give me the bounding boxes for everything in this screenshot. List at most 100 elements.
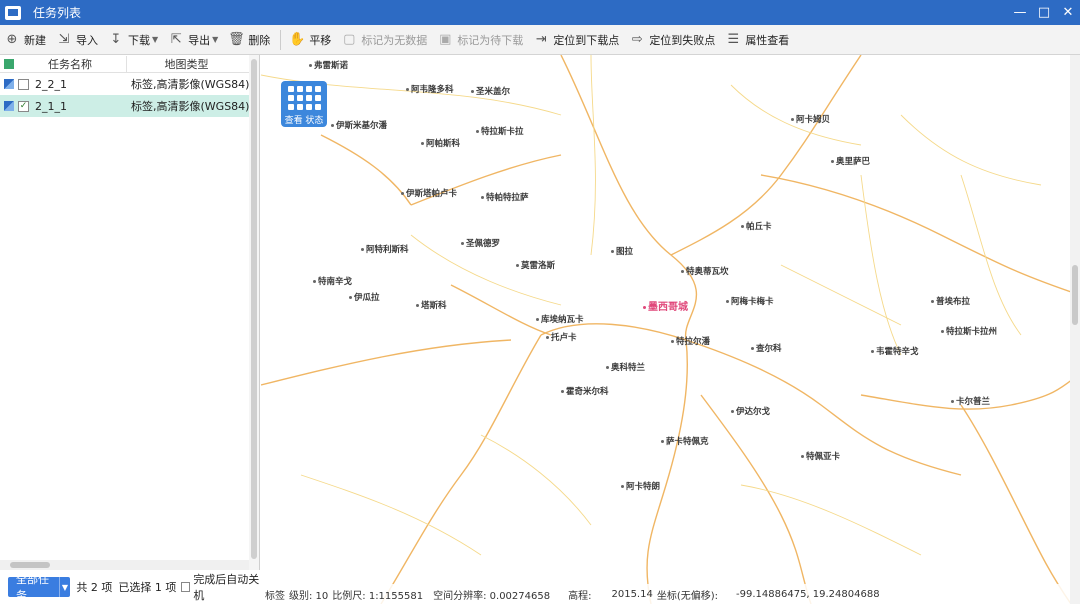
map-place-label: 阿特利斯科 — [361, 243, 409, 255]
export-button[interactable]: ⇱ 导出 ▼ — [164, 27, 222, 53]
export-icon: ⇱ — [170, 32, 182, 47]
map-place-label: 弗雷斯诺 — [309, 59, 348, 71]
task-list-vertical-scrollbar[interactable] — [249, 55, 259, 570]
task-list-footer: 全部任务 ▼ 共 2 项 已选择 1 项 完成后自动关机 — [0, 570, 260, 604]
view-status-button[interactable]: 查看 状态 — [281, 81, 327, 127]
properties-button[interactable]: ☰ 属性查看 — [721, 27, 793, 53]
all-tasks-dropdown[interactable]: 全部任务 ▼ — [8, 573, 71, 602]
task-row[interactable]: ✓ 2_1_1 标签,高清影像(WGS84) — [0, 95, 259, 117]
map-place-label: 卡尔普兰 — [951, 395, 990, 407]
mark-no-data-button[interactable]: ▢ 标记为无数据 — [337, 27, 431, 53]
locate-next-button[interactable]: ⇥ 定位到下载点 — [529, 27, 623, 53]
trash-icon: 🗑 — [228, 32, 245, 47]
task-row[interactable]: 2_2_1 标签,高清影像(WGS84) — [0, 73, 259, 95]
status-resolution: 空间分辨率: 0.00274658 — [433, 590, 551, 602]
mark-empty-icon: ▢ — [343, 32, 356, 47]
title-bar: 任务列表 — □ ✕ — [0, 0, 1080, 25]
map-place-label: 托卢卡 — [546, 331, 577, 343]
map-place-label: 奥科特兰 — [606, 361, 645, 373]
map-place-label: 库埃纳瓦卡 — [536, 313, 584, 325]
selected-count: 已选择 1 项 — [118, 581, 177, 594]
map-place-label: 阿卡姆贝 — [791, 113, 830, 125]
map-place-label: 特南辛戈 — [313, 275, 352, 287]
layer-icon — [4, 101, 14, 111]
map-place-label: 伊斯塔帕卢卡 — [401, 187, 457, 199]
auto-shutdown-checkbox[interactable] — [181, 582, 191, 592]
map-place-label: 特拉斯卡拉 — [476, 125, 524, 137]
download-button[interactable]: ↧ 下载 ▼ — [104, 27, 162, 53]
task-name: 2_2_1 — [35, 77, 67, 91]
import-button[interactable]: ⇲ 导入 — [52, 27, 102, 53]
mark-to-download-button[interactable]: ▣ 标记为待下载 — [433, 27, 527, 53]
map-place-label: 特佩亚卡 — [801, 450, 840, 462]
map-place-label: 塔斯科 — [416, 299, 447, 311]
map-place-label: 阿梅卡梅卡 — [726, 295, 774, 307]
status-elevation-label: 高程: — [568, 590, 592, 602]
map-place-label: 阿韦隆多科 — [406, 83, 454, 95]
layer-icon — [4, 79, 14, 89]
total-count: 共 2 项 — [76, 581, 113, 594]
map-place-label: 萨卡特佩克 — [661, 435, 709, 447]
map-place-label: 图拉 — [611, 245, 633, 257]
map-place-label: 普埃布拉 — [931, 295, 970, 307]
close-button[interactable]: ✕ — [1056, 0, 1080, 25]
status-scale: 比例尺: 1:1155581 — [332, 590, 424, 602]
column-header-name[interactable]: 任务名称 — [14, 56, 126, 72]
task-list-panel: 任务名称 地图类型 2_2_1 标签,高清影像(WGS84) ✓ 2_1_1 标… — [0, 55, 260, 604]
map-view[interactable]: 查看 状态 墨西哥城 弗雷斯诺 阿韦隆多科 圣米盖尔 伊斯米基尔潘 特拉斯卡拉 … — [261, 55, 1080, 604]
task-checkbox[interactable] — [18, 78, 29, 90]
status-elevation: 2015.14 — [611, 588, 653, 600]
map-place-label: 特帕特拉萨 — [481, 191, 529, 203]
toolbar: ⊕ 新建 ⇲ 导入 ↧ 下载 ▼ ⇱ 导出 ▼ 🗑 删除 ✋ 平移 ▢ 标记为无… — [0, 25, 1080, 55]
new-button[interactable]: ⊕ 新建 — [0, 27, 50, 53]
minimize-button[interactable]: — — [1008, 0, 1032, 25]
task-checkbox[interactable]: ✓ — [18, 100, 29, 112]
task-list-header: 任务名称 地图类型 — [0, 55, 259, 73]
map-place-label: 圣米盖尔 — [471, 85, 510, 97]
map-place-label: 特奥蒂瓦坎 — [681, 265, 729, 277]
map-place-label: 伊达尔戈 — [731, 405, 770, 417]
map-place-label: 帕丘卡 — [741, 220, 772, 232]
map-place-label: 霍奇米尔科 — [561, 385, 609, 397]
map-place-label: 韦霍特辛戈 — [871, 345, 919, 357]
map-place-label: 阿帕斯科 — [421, 137, 460, 149]
app-icon — [5, 5, 21, 20]
auto-shutdown-label: 完成后自动关机 — [193, 573, 260, 602]
status-level: 级别: 10 — [289, 590, 329, 602]
task-map-type: 标签,高清影像(WGS84) — [131, 78, 250, 91]
map-place-label: 查尔科 — [751, 342, 782, 354]
toolbar-divider — [280, 29, 282, 50]
properties-icon: ☰ — [727, 32, 740, 47]
map-place-label: 圣佩德罗 — [461, 237, 500, 249]
status-coordinates: -99.14886475, 19.24804688 — [736, 588, 880, 600]
select-all-checkbox[interactable] — [4, 58, 14, 69]
pan-button[interactable]: ✋ 平移 — [285, 27, 335, 53]
chevron-down-icon: ▼ — [58, 577, 71, 597]
map-vertical-scrollbar[interactable] — [1070, 55, 1080, 604]
map-place-label: 阿卡特朗 — [621, 480, 660, 492]
chevron-down-icon: ▼ — [152, 35, 159, 44]
status-coord-label: 坐标(无偏移): — [656, 590, 719, 602]
download-icon: ↧ — [110, 32, 122, 47]
hand-icon: ✋ — [289, 32, 306, 47]
task-list-horizontal-scrollbar[interactable] — [0, 560, 249, 570]
locate-icon: ⇥ — [535, 32, 547, 47]
chevron-down-icon: ▼ — [212, 35, 219, 44]
delete-button[interactable]: 🗑 删除 — [224, 27, 274, 53]
mark-pending-icon: ▣ — [439, 32, 452, 47]
locate-fail-icon: ⇨ — [631, 32, 643, 47]
import-icon: ⇲ — [58, 32, 70, 47]
map-place-label: 奥里萨巴 — [831, 155, 870, 167]
status-bar: 标签 级别: 10 比例尺: 1:1155581 空间分辨率: 0.002746… — [261, 584, 1070, 604]
task-name: 2_1_1 — [35, 99, 67, 113]
status-layer: 标签 — [265, 590, 285, 602]
map-place-label: 伊斯米基尔潘 — [331, 119, 387, 131]
column-header-type[interactable]: 地图类型 — [126, 55, 246, 72]
map-place-label: 特拉尔潘 — [671, 335, 710, 347]
map-place-label: 特拉斯卡拉州 — [941, 325, 997, 337]
window-title: 任务列表 — [33, 6, 82, 20]
grid-icon — [281, 86, 327, 110]
maximize-button[interactable]: □ — [1032, 0, 1056, 25]
task-map-type: 标签,高清影像(WGS84) — [131, 100, 250, 113]
locate-fail-button[interactable]: ⇨ 定位到失败点 — [625, 27, 719, 53]
